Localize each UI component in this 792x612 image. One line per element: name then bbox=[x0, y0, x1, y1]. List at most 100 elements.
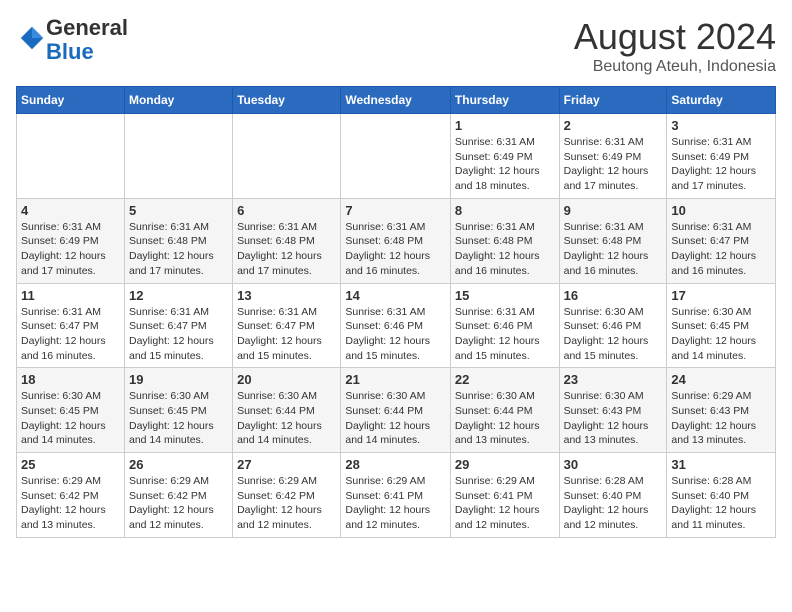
header-tuesday: Tuesday bbox=[233, 87, 341, 114]
calendar-body: 1 Sunrise: 6:31 AM Sunset: 6:49 PM Daylig… bbox=[17, 114, 776, 538]
day-info: Sunrise: 6:31 AM Sunset: 6:46 PM Dayligh… bbox=[455, 305, 555, 364]
day-info: Sunrise: 6:31 AM Sunset: 6:46 PM Dayligh… bbox=[345, 305, 446, 364]
day-number: 28 bbox=[345, 457, 446, 472]
day-number: 29 bbox=[455, 457, 555, 472]
day-number: 23 bbox=[564, 372, 663, 387]
calendar-cell: 20 Sunrise: 6:30 AM Sunset: 6:44 PM Dayli… bbox=[233, 368, 341, 453]
day-number: 4 bbox=[21, 203, 120, 218]
calendar-cell: 11Sunrise: 6:31 AM Sunset: 6:47 PM Dayli… bbox=[17, 283, 125, 368]
day-number: 18 bbox=[21, 372, 120, 387]
day-number: 27 bbox=[237, 457, 336, 472]
day-info: Sunrise: 6:30 AM Sunset: 6:43 PM Dayligh… bbox=[564, 389, 663, 448]
day-info: Sunrise: 6:29 AM Sunset: 6:42 PM Dayligh… bbox=[129, 474, 228, 533]
day-info: Sunrise: 6:29 AM Sunset: 6:42 PM Dayligh… bbox=[237, 474, 336, 533]
day-info: Sunrise: 6:31 AM Sunset: 6:47 PM Dayligh… bbox=[237, 305, 336, 364]
calendar-cell: 19Sunrise: 6:30 AM Sunset: 6:45 PM Dayli… bbox=[124, 368, 232, 453]
day-number: 22 bbox=[455, 372, 555, 387]
location-subtitle: Beutong Ateuh, Indonesia bbox=[574, 58, 776, 76]
calendar-cell: 6 Sunrise: 6:31 AM Sunset: 6:48 PM Daylig… bbox=[233, 198, 341, 283]
calendar-cell: 27 Sunrise: 6:29 AM Sunset: 6:42 PM Dayli… bbox=[233, 453, 341, 538]
logo-blue: Blue bbox=[46, 39, 94, 64]
week-row-4: 25 Sunrise: 6:29 AM Sunset: 6:42 PM Dayli… bbox=[17, 453, 776, 538]
day-info: Sunrise: 6:28 AM Sunset: 6:40 PM Dayligh… bbox=[671, 474, 771, 533]
calendar-cell: 26 Sunrise: 6:29 AM Sunset: 6:42 PM Dayli… bbox=[124, 453, 232, 538]
day-number: 30 bbox=[564, 457, 663, 472]
day-number: 6 bbox=[237, 203, 336, 218]
day-info: Sunrise: 6:31 AM Sunset: 6:48 PM Dayligh… bbox=[455, 220, 555, 279]
day-number: 5 bbox=[129, 203, 228, 218]
day-number: 16 bbox=[564, 288, 663, 303]
day-number: 31 bbox=[671, 457, 771, 472]
header-wednesday: Wednesday bbox=[341, 87, 451, 114]
calendar-cell: 3 Sunrise: 6:31 AM Sunset: 6:49 PM Daylig… bbox=[667, 114, 776, 199]
logo-icon bbox=[18, 24, 46, 52]
logo-general: General bbox=[46, 15, 128, 40]
day-info: Sunrise: 6:31 AM Sunset: 6:49 PM Dayligh… bbox=[455, 135, 555, 194]
day-info: Sunrise: 6:29 AM Sunset: 6:41 PM Dayligh… bbox=[455, 474, 555, 533]
day-info: Sunrise: 6:30 AM Sunset: 6:46 PM Dayligh… bbox=[564, 305, 663, 364]
day-info: Sunrise: 6:30 AM Sunset: 6:45 PM Dayligh… bbox=[129, 389, 228, 448]
day-number: 9 bbox=[564, 203, 663, 218]
day-info: Sunrise: 6:30 AM Sunset: 6:44 PM Dayligh… bbox=[345, 389, 446, 448]
day-number: 12 bbox=[129, 288, 228, 303]
calendar-cell: 21 Sunrise: 6:30 AM Sunset: 6:44 PM Dayli… bbox=[341, 368, 451, 453]
calendar-cell: 14 Sunrise: 6:31 AM Sunset: 6:46 PM Dayli… bbox=[341, 283, 451, 368]
day-info: Sunrise: 6:31 AM Sunset: 6:47 PM Dayligh… bbox=[671, 220, 771, 279]
day-info: Sunrise: 6:31 AM Sunset: 6:48 PM Dayligh… bbox=[345, 220, 446, 279]
header: General Blue August 2024 Beutong Ateuh, … bbox=[16, 16, 776, 76]
day-info: Sunrise: 6:31 AM Sunset: 6:48 PM Dayligh… bbox=[564, 220, 663, 279]
day-number: 20 bbox=[237, 372, 336, 387]
calendar-cell: 10Sunrise: 6:31 AM Sunset: 6:47 PM Dayli… bbox=[667, 198, 776, 283]
calendar-cell bbox=[124, 114, 232, 199]
calendar-cell: 4Sunrise: 6:31 AM Sunset: 6:49 PM Daylig… bbox=[17, 198, 125, 283]
calendar-cell: 30 Sunrise: 6:28 AM Sunset: 6:40 PM Dayli… bbox=[559, 453, 667, 538]
day-number: 26 bbox=[129, 457, 228, 472]
calendar-cell: 5Sunrise: 6:31 AM Sunset: 6:48 PM Daylig… bbox=[124, 198, 232, 283]
header-saturday: Saturday bbox=[667, 87, 776, 114]
header-sunday: Sunday bbox=[17, 87, 125, 114]
calendar: SundayMondayTuesdayWednesdayThursdayFrid… bbox=[16, 86, 776, 538]
day-number: 13 bbox=[237, 288, 336, 303]
day-number: 2 bbox=[564, 118, 663, 133]
header-row: SundayMondayTuesdayWednesdayThursdayFrid… bbox=[17, 87, 776, 114]
calendar-cell: 28Sunrise: 6:29 AM Sunset: 6:41 PM Dayli… bbox=[341, 453, 451, 538]
calendar-cell: 23 Sunrise: 6:30 AM Sunset: 6:43 PM Dayli… bbox=[559, 368, 667, 453]
day-number: 21 bbox=[345, 372, 446, 387]
calendar-header: SundayMondayTuesdayWednesdayThursdayFrid… bbox=[17, 87, 776, 114]
day-number: 14 bbox=[345, 288, 446, 303]
day-number: 11 bbox=[21, 288, 120, 303]
header-monday: Monday bbox=[124, 87, 232, 114]
calendar-cell: 12 Sunrise: 6:31 AM Sunset: 6:47 PM Dayli… bbox=[124, 283, 232, 368]
calendar-cell: 18 Sunrise: 6:30 AM Sunset: 6:45 PM Dayli… bbox=[17, 368, 125, 453]
day-number: 1 bbox=[455, 118, 555, 133]
logo-text: General Blue bbox=[46, 16, 128, 64]
day-number: 17 bbox=[671, 288, 771, 303]
day-number: 25 bbox=[21, 457, 120, 472]
calendar-cell: 1 Sunrise: 6:31 AM Sunset: 6:49 PM Daylig… bbox=[450, 114, 559, 199]
day-info: Sunrise: 6:28 AM Sunset: 6:40 PM Dayligh… bbox=[564, 474, 663, 533]
calendar-cell: 29 Sunrise: 6:29 AM Sunset: 6:41 PM Dayli… bbox=[450, 453, 559, 538]
calendar-cell: 13 Sunrise: 6:31 AM Sunset: 6:47 PM Dayli… bbox=[233, 283, 341, 368]
day-info: Sunrise: 6:31 AM Sunset: 6:49 PM Dayligh… bbox=[671, 135, 771, 194]
logo: General Blue bbox=[16, 16, 128, 64]
day-number: 3 bbox=[671, 118, 771, 133]
month-title: August 2024 bbox=[574, 16, 776, 58]
calendar-cell: 31 Sunrise: 6:28 AM Sunset: 6:40 PM Dayli… bbox=[667, 453, 776, 538]
day-info: Sunrise: 6:30 AM Sunset: 6:45 PM Dayligh… bbox=[671, 305, 771, 364]
calendar-cell: 17 Sunrise: 6:30 AM Sunset: 6:45 PM Dayli… bbox=[667, 283, 776, 368]
day-number: 24 bbox=[671, 372, 771, 387]
day-number: 8 bbox=[455, 203, 555, 218]
day-info: Sunrise: 6:30 AM Sunset: 6:45 PM Dayligh… bbox=[21, 389, 120, 448]
day-info: Sunrise: 6:30 AM Sunset: 6:44 PM Dayligh… bbox=[455, 389, 555, 448]
calendar-cell: 15Sunrise: 6:31 AM Sunset: 6:46 PM Dayli… bbox=[450, 283, 559, 368]
calendar-cell bbox=[341, 114, 451, 199]
day-info: Sunrise: 6:30 AM Sunset: 6:44 PM Dayligh… bbox=[237, 389, 336, 448]
day-info: Sunrise: 6:29 AM Sunset: 6:42 PM Dayligh… bbox=[21, 474, 120, 533]
header-thursday: Thursday bbox=[450, 87, 559, 114]
week-row-2: 11 Sunrise: 6:31 AM Sunset: 6:47 PM Dayli… bbox=[17, 283, 776, 368]
day-info: Sunrise: 6:31 AM Sunset: 6:47 PM Dayligh… bbox=[129, 305, 228, 364]
header-friday: Friday bbox=[559, 87, 667, 114]
calendar-cell bbox=[233, 114, 341, 199]
day-info: Sunrise: 6:31 AM Sunset: 6:48 PM Dayligh… bbox=[237, 220, 336, 279]
day-info: Sunrise: 6:31 AM Sunset: 6:49 PM Dayligh… bbox=[564, 135, 663, 194]
